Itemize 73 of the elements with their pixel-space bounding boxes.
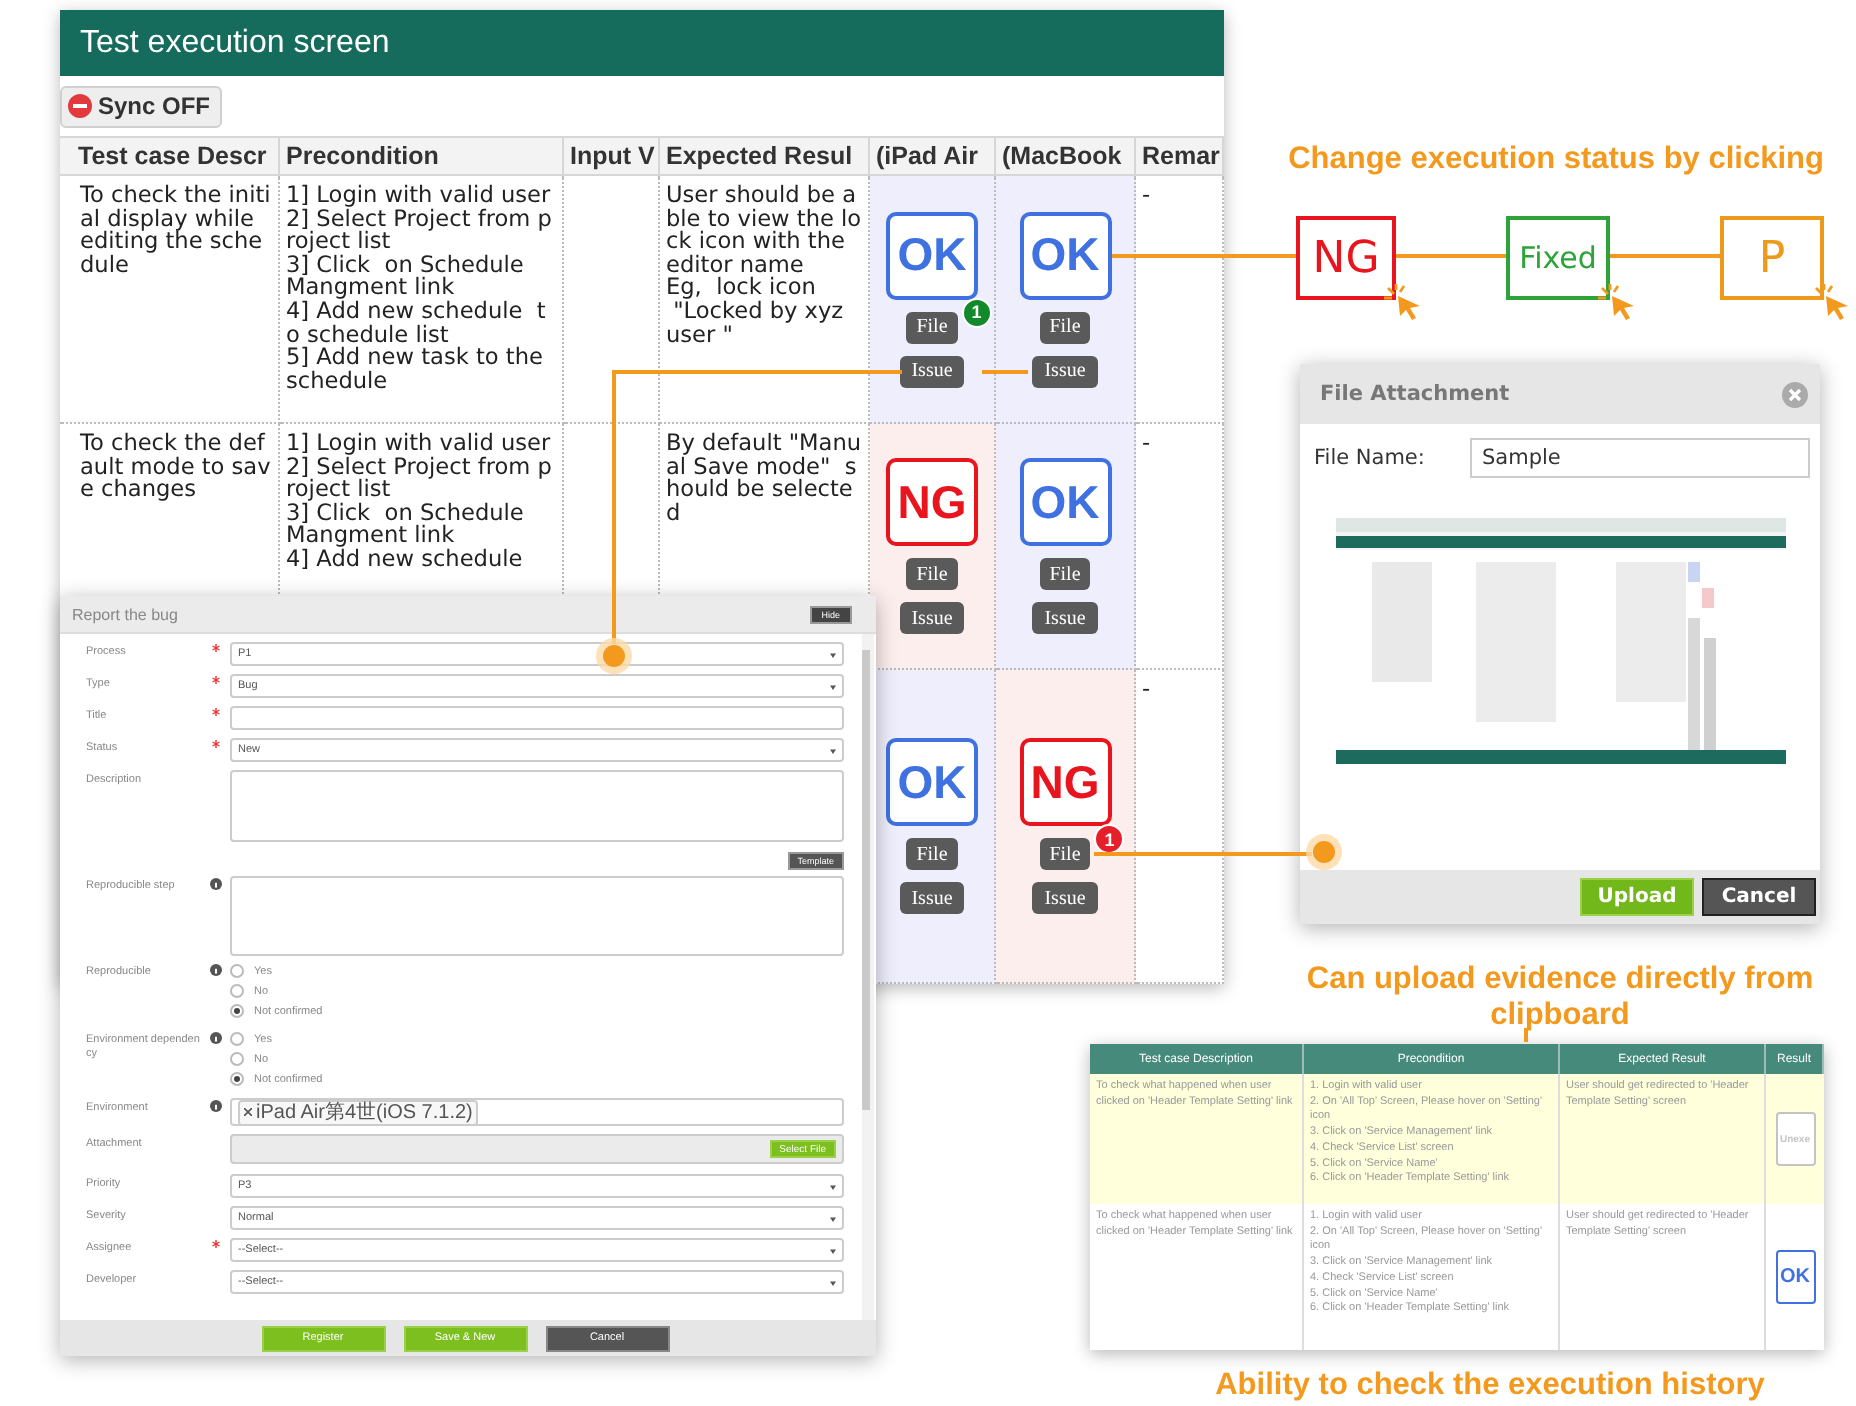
file-button[interactable]: File <box>1039 558 1091 590</box>
dialog-title: File Attachment <box>1320 382 1510 406</box>
text-area[interactable] <box>230 770 844 842</box>
issue-button[interactable]: Issue <box>1032 355 1098 387</box>
remove-icon <box>244 1108 252 1116</box>
dialog-title: Report the bug <box>72 605 178 623</box>
issue-button[interactable]: Issue <box>899 602 965 634</box>
result-button[interactable]: OK <box>886 211 978 299</box>
result-button[interactable]: OK <box>1019 211 1111 299</box>
column-header[interactable]: (iPad Air <box>870 136 996 176</box>
issue-button[interactable]: Issue <box>1032 882 1098 914</box>
radio-button[interactable] <box>230 1032 244 1046</box>
caption: Can upload evidence directly from clipboard <box>1306 962 1814 1032</box>
issue-button[interactable]: Issue <box>1032 602 1098 634</box>
file-button[interactable]: File <box>1039 311 1091 343</box>
file-button[interactable]: File <box>1039 838 1091 870</box>
window-title: Test execution screen <box>80 25 390 61</box>
caret-icon <box>830 1279 836 1285</box>
column-header[interactable]: Input V <box>564 136 660 176</box>
sync-button[interactable]: Sync OFF <box>60 85 223 127</box>
file-button[interactable]: File <box>906 838 958 870</box>
cancel-button[interactable]: Cancel <box>1702 878 1816 916</box>
stop-icon <box>68 94 92 118</box>
issue-button[interactable]: Issue <box>899 355 965 387</box>
result-button[interactable]: OK <box>1019 458 1111 546</box>
column-header[interactable]: Remar <box>1136 136 1224 176</box>
radio-button[interactable] <box>230 1004 244 1018</box>
connector-line <box>1524 1028 1528 1042</box>
table-cell: - <box>1136 670 1224 984</box>
table-cell: - <box>1136 176 1224 424</box>
column-header[interactable]: Expected Resul <box>660 136 870 176</box>
input-field[interactable]: Sample <box>1470 438 1810 478</box>
column-header[interactable]: Precondition <box>280 136 564 176</box>
table-cell: To check the initial display while editing the schedule <box>60 176 280 424</box>
result-button[interactable]: NG <box>886 458 978 546</box>
file-button[interactable]: File <box>906 558 958 590</box>
radio-button[interactable] <box>230 984 244 998</box>
input-field[interactable] <box>230 706 844 730</box>
cursor-icon <box>1598 284 1638 320</box>
close-icon[interactable] <box>1782 381 1808 407</box>
caret-icon <box>830 651 836 657</box>
count-badge: 1 <box>1094 824 1125 854</box>
caret-icon <box>830 1183 836 1189</box>
cursor-icon <box>1812 284 1852 320</box>
result-button[interactable]: NG <box>1019 738 1111 826</box>
text-area[interactable] <box>230 876 844 956</box>
tag-field[interactable]: iPad Air第4世(iOS 7.1.2) <box>230 1098 844 1126</box>
pointer-dot <box>596 638 632 674</box>
count-badge: 1 <box>961 297 992 327</box>
result-button[interactable]: OK <box>886 738 978 826</box>
column-header[interactable]: (MacBook <box>996 136 1136 176</box>
issue-button[interactable]: Issue <box>899 882 965 914</box>
radio-button[interactable] <box>230 1052 244 1066</box>
column-header[interactable]: Test case Descr <box>60 136 280 176</box>
environment-tag[interactable]: iPad Air第4世(iOS 7.1.2) <box>238 1099 479 1125</box>
cursor-icon <box>1384 284 1424 320</box>
connector-line <box>1610 254 1720 258</box>
table-cell: - <box>1136 424 1224 670</box>
result-button[interactable]: OK <box>1775 1250 1815 1304</box>
caption: Ability to check the execution history <box>1215 1368 1765 1402</box>
caret-icon <box>830 683 836 689</box>
caret-icon <box>830 747 836 753</box>
pointer-dot <box>1306 834 1342 870</box>
caret-icon <box>830 1215 836 1221</box>
caption: Change execution status by clicking <box>1288 142 1824 176</box>
scrollbar[interactable] <box>862 634 874 1320</box>
radio-button[interactable] <box>230 1072 244 1086</box>
caret-icon <box>830 1247 836 1253</box>
file-button[interactable]: File <box>906 311 958 343</box>
field-label: File Name: <box>1314 446 1427 470</box>
radio-button[interactable] <box>230 964 244 978</box>
connector-line <box>1396 254 1506 258</box>
table-cell: 1] Login with valid user 2] Select Project from project list 3] Click on Schedule Mangment link 4] Add new schedule to schedule list 5] Add new task to the schedule <box>280 176 564 424</box>
